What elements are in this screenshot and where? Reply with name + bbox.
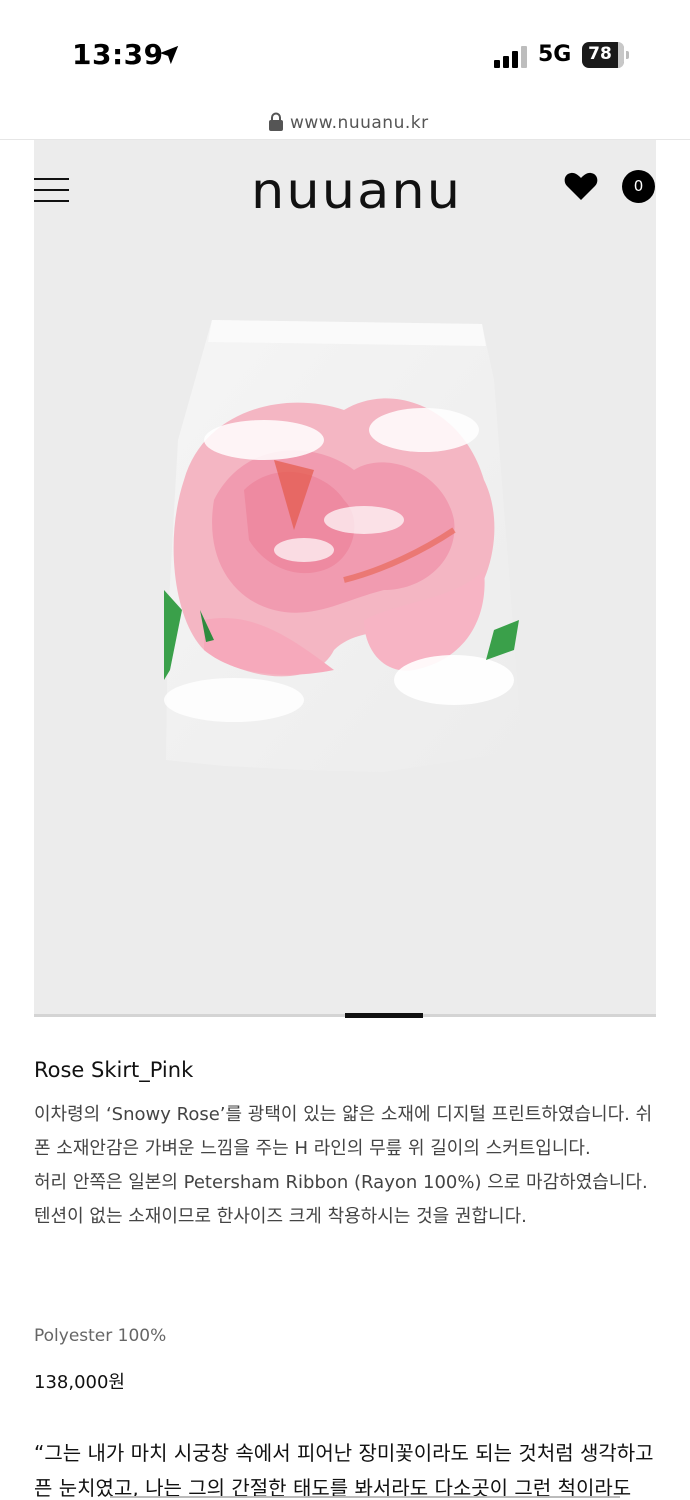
status-bar: 13:39 5G 78 xyxy=(0,0,690,100)
description-line: 텐션이 없는 소재이므로 한사이즈 크게 착용하시는 것을 권합니다. xyxy=(34,1206,527,1227)
product-image xyxy=(164,320,522,772)
quote-underline xyxy=(110,1496,620,1498)
battery-nub xyxy=(626,51,629,59)
product-name: Rose Skirt_Pink xyxy=(34,1058,194,1082)
description-line: 이차령의 ‘Snowy Rose’를 광택이 있는 얇은 소재에 디지털 프린트… xyxy=(34,1104,653,1159)
heart-icon[interactable] xyxy=(564,171,598,201)
product-description: 이차령의 ‘Snowy Rose’를 광택이 있는 얇은 소재에 디지털 프린트… xyxy=(34,1098,654,1234)
url-bar[interactable]: www.nuuanu.kr xyxy=(0,100,690,140)
cart-count: 0 xyxy=(633,177,644,195)
menu-icon[interactable] xyxy=(34,178,70,204)
battery-level: 78 xyxy=(588,44,612,64)
image-slider-track[interactable] xyxy=(34,1013,656,1018)
location-arrow-icon xyxy=(159,45,179,65)
site-header: nuuanu 0 xyxy=(34,140,656,232)
description-line: 허리 안쪽은 일본의 Petersham Ribbon (Rayon 100%)… xyxy=(34,1172,648,1193)
product-price: 138,000원 xyxy=(34,1372,125,1393)
lock-icon xyxy=(269,112,283,131)
network-label: 5G xyxy=(538,42,572,67)
product-hero: nuuanu 0 xyxy=(34,140,656,1016)
cart-icon[interactable]: 0 xyxy=(622,170,655,203)
url-text[interactable]: www.nuuanu.kr xyxy=(290,113,429,133)
signal-icon xyxy=(494,46,528,68)
site-logo[interactable]: nuuanu xyxy=(251,162,462,220)
battery-icon: 78 xyxy=(582,42,624,68)
status-time: 13:39 xyxy=(72,38,164,71)
image-slider-thumb[interactable] xyxy=(345,1013,423,1018)
product-material: Polyester 100% xyxy=(34,1326,167,1346)
product-quote: “그는 내가 마치 시궁창 속에서 피어난 장미꽃이라도 되는 것처럼 생각하고… xyxy=(34,1441,654,1500)
